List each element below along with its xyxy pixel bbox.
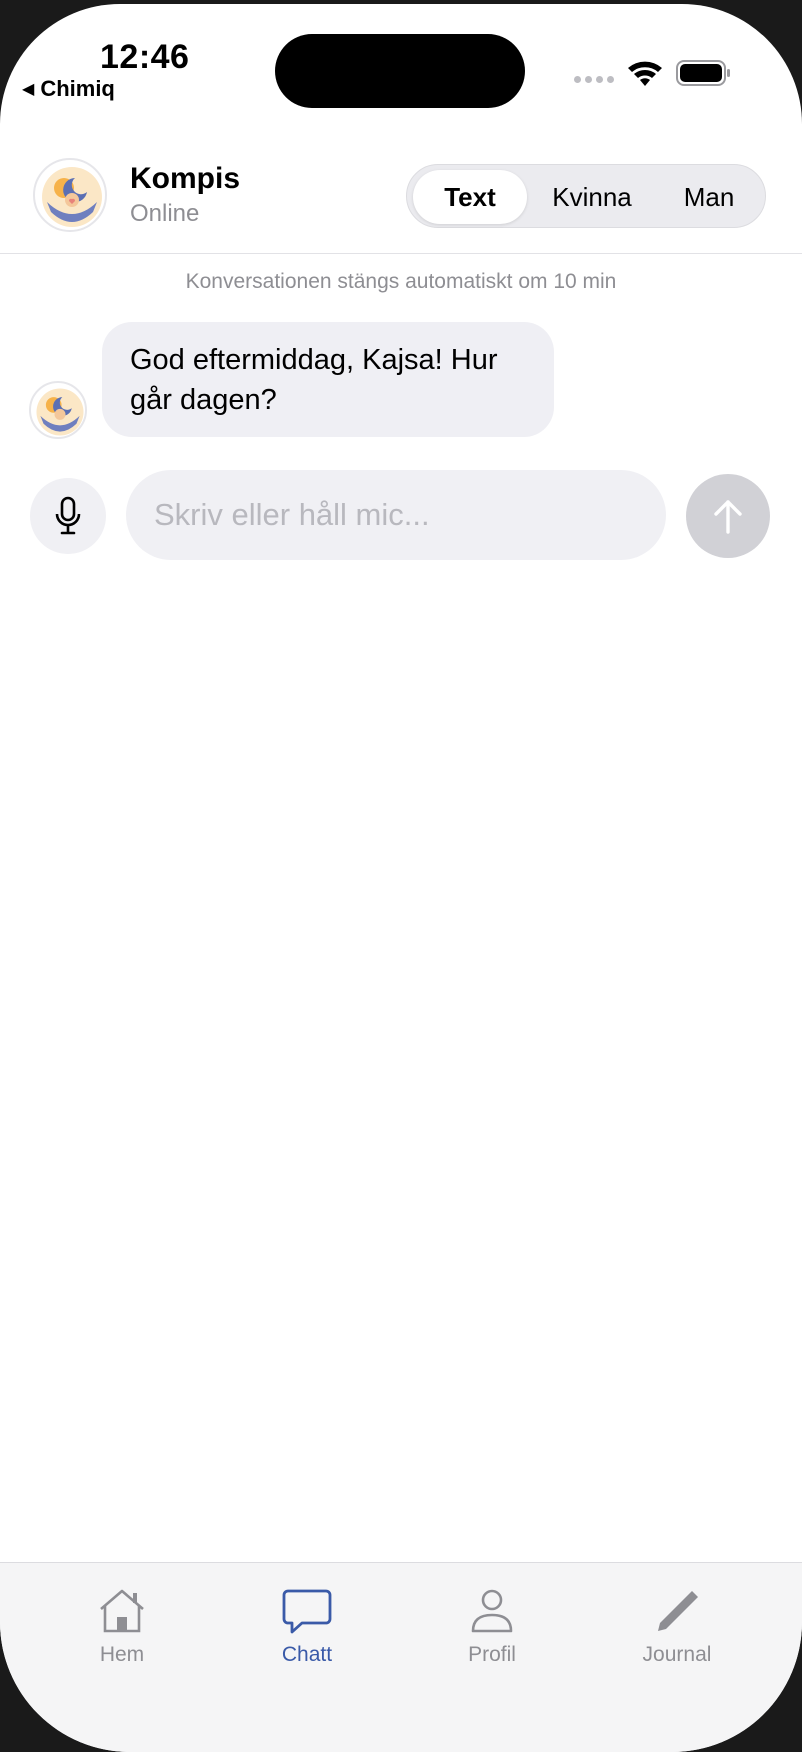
back-triangle-icon: ◀ [22, 81, 35, 98]
voice-mode-text[interactable]: Text [413, 170, 527, 224]
tab-chatt[interactable]: Chatt [242, 1587, 372, 1667]
chat-bubble-icon [282, 1589, 332, 1634]
tab-label: Chatt [281, 1643, 333, 1666]
battery-icon [676, 60, 730, 86]
back-app-label: Chimiq [40, 76, 115, 101]
chat-header: Kompis Online Text Kvinna Man [0, 134, 802, 254]
tab-hem[interactable]: Hem [57, 1587, 187, 1667]
voice-mode-segmented-control: Text Kvinna Man [406, 164, 766, 228]
wifi-icon [628, 61, 662, 86]
microphone-icon [55, 496, 81, 535]
bot-message-bubble: God eftermiddag, Kajsa! Hur går dagen? [102, 322, 554, 437]
tab-label: Hem [99, 1643, 145, 1666]
message-input[interactable] [126, 470, 666, 560]
bot-avatar-illustration [36, 388, 84, 436]
bot-avatar-illustration [42, 167, 102, 227]
tab-label: Profil [468, 1643, 516, 1666]
cellular-signal-icon [574, 76, 614, 83]
home-icon [100, 1589, 144, 1633]
person-icon [471, 1589, 513, 1633]
bot-name: Kompis [130, 162, 241, 195]
bot-avatar [33, 158, 107, 232]
send-button[interactable] [686, 474, 770, 558]
status-time: 12:46 [100, 38, 190, 76]
voice-mode-kvinna[interactable]: Kvinna [531, 170, 653, 224]
auto-close-notice: Konversationen stängs automatiskt om 10 … [185, 270, 617, 293]
bottom-tab-bar: Hem Chatt Profil Journal [0, 1562, 802, 1752]
app-screen: 12:46 ◀ Chimiq Kompis Online Text Kvinna… [0, 4, 802, 1752]
back-to-app-link[interactable]: ◀ Chimiq [22, 76, 115, 102]
arrow-up-icon [714, 500, 742, 534]
pencil-icon [658, 1591, 698, 1631]
voice-mode-man[interactable]: Man [657, 170, 761, 224]
bot-status: Online [130, 200, 200, 227]
tab-profil[interactable]: Profil [427, 1587, 557, 1667]
tab-journal[interactable]: Journal [612, 1587, 742, 1667]
tab-label: Journal [642, 1643, 712, 1666]
microphone-button[interactable] [30, 478, 106, 554]
message-bot-avatar [29, 381, 87, 439]
dynamic-island [275, 34, 525, 108]
